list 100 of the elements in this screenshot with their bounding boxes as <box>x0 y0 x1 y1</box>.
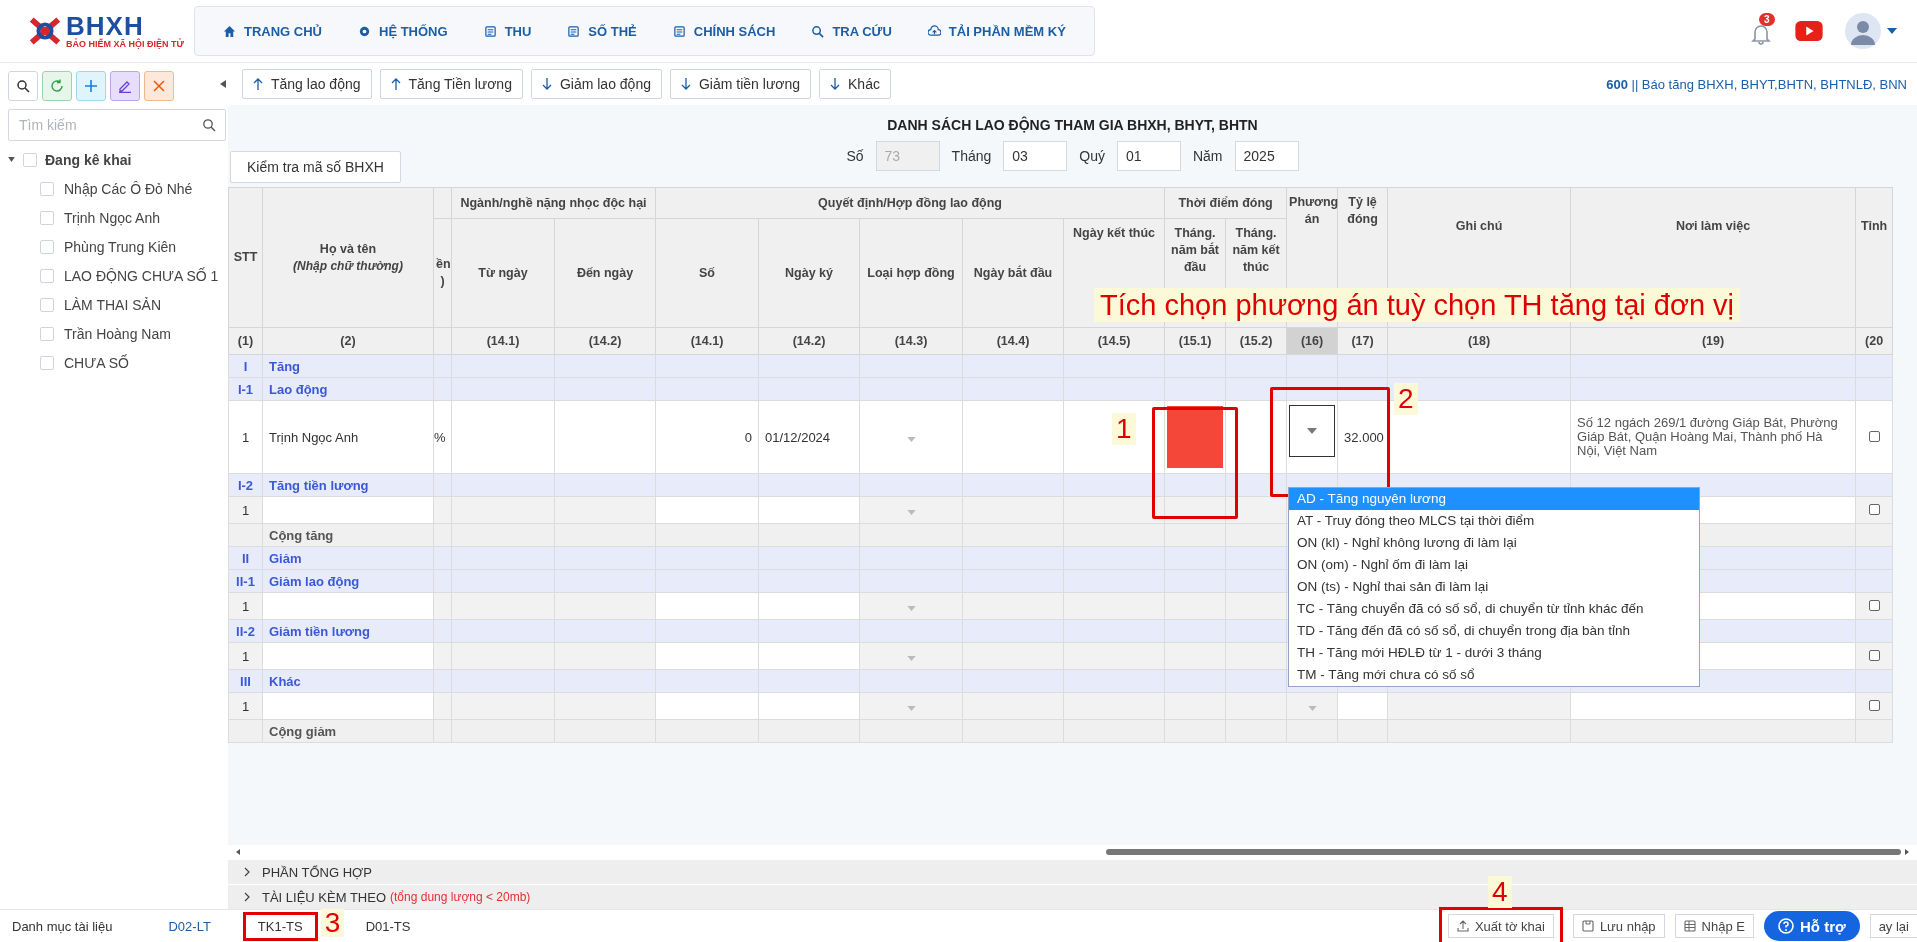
document-tab[interactable]: TK1-TS <box>245 916 315 936</box>
nav-link[interactable]: CHÍNH SÁCH <box>654 23 794 39</box>
checkbox[interactable] <box>1868 503 1880 515</box>
checkbox[interactable] <box>1868 699 1880 711</box>
scroll-right-icon[interactable] <box>1905 849 1909 855</box>
arrow-down-icon <box>681 78 691 90</box>
column-group-header: Thời điểm đóng <box>1164 187 1287 219</box>
plan-select[interactable] <box>1289 405 1336 457</box>
toolbar-button[interactable]: Tăng Tiền lương <box>379 69 523 99</box>
refresh-icon <box>50 79 64 93</box>
column-group-header: Ngành/nghề nặng nhọc độc hại <box>451 187 656 219</box>
input-field[interactable]: 03 <box>1003 141 1068 171</box>
collapse-icon[interactable] <box>220 80 226 88</box>
nav-link[interactable]: SỐ THẺ <box>549 23 655 39</box>
dropdown-option[interactable]: ON (ts) - Nghỉ thai sản đi làm lại <box>1289 576 1699 598</box>
delete-button[interactable] <box>144 71 174 101</box>
form-title: DANH SÁCH LAO ĐỘNG THAM GIA BHXH, BHYT, BHTN <box>887 117 1258 133</box>
tree-item[interactable]: CHƯA SỐ <box>64 354 129 371</box>
export-button[interactable]: Xuất tờ khai <box>1447 914 1554 938</box>
caret-icon[interactable] <box>1887 28 1897 34</box>
nav-link[interactable]: TRA CỨU <box>793 23 910 39</box>
report-info: 600 || Báo tăng BHXH, BHYT,BHTN, BHTNLĐ, BNN <box>1606 76 1907 92</box>
check-code-button[interactable]: Kiểm tra mã số BHXH <box>230 151 401 183</box>
dropdown-option[interactable]: TM - Tăng mới chưa có số sổ <box>1289 664 1699 686</box>
column-header: Ngày kết thúc <box>1073 226 1155 240</box>
checkbox[interactable] <box>1868 599 1880 611</box>
section-title: Khác <box>262 669 434 693</box>
dropdown-option[interactable]: TH - Tăng mới HĐLĐ từ 1 - dưới 3 tháng <box>1289 642 1699 664</box>
tree-item[interactable]: Nhập Các Ô Đỏ Nhé <box>64 180 193 197</box>
input-field[interactable]: 2025 <box>1234 141 1299 171</box>
search-button[interactable] <box>8 71 38 101</box>
toolbar-button[interactable]: Giảm lao động <box>530 69 662 99</box>
scroll-left-icon[interactable] <box>236 849 240 855</box>
table-cell: Trịnh Ngọc Anh <box>262 400 434 474</box>
import-button[interactable]: Nhập E <box>1674 914 1754 938</box>
column-header: Họ và tên <box>318 240 378 258</box>
section-title: Giảm tiền lương <box>262 619 434 643</box>
arrow-down-icon <box>830 78 841 90</box>
dropdown-option[interactable]: ON (om) - Nghỉ ốm đi làm lại <box>1289 554 1699 576</box>
cut-off-button[interactable]: ay lại <box>1869 914 1917 938</box>
toolbar-button[interactable]: Tăng lao động <box>242 69 372 99</box>
section-title: Giảm lao động <box>262 569 434 593</box>
scrollbar-thumb[interactable] <box>1105 849 1901 855</box>
add-button[interactable] <box>76 71 106 101</box>
caret-icon[interactable] <box>8 157 15 162</box>
dropdown-option[interactable]: TD - Tăng đến đã có số sổ, di chuyển trong địa bàn tỉnh <box>1289 620 1699 642</box>
nav-link[interactable]: HỆ THỐNG <box>340 23 466 39</box>
error-cell[interactable] <box>1167 406 1224 468</box>
section-title: Tăng tiền lương <box>262 473 434 497</box>
step-number: 2 <box>1394 383 1418 415</box>
checkbox[interactable] <box>1868 430 1880 442</box>
document-icon <box>672 24 686 38</box>
panel-title: TÀI LIỆU KÈM THEO <box>262 889 386 905</box>
tree-item[interactable]: Phùng Trung Kiên <box>64 238 177 255</box>
tree-item[interactable]: Trần Hoàng Nam <box>64 325 171 342</box>
column-number: (14.5) <box>1063 327 1165 355</box>
dropdown-caret-icon[interactable] <box>906 436 916 442</box>
document-tab[interactable]: D01-TS <box>353 916 423 936</box>
gear-icon <box>358 24 371 38</box>
document-tab[interactable]: D02-LT <box>156 916 223 936</box>
dropdown-caret-icon[interactable] <box>1307 705 1317 711</box>
save-draft-button[interactable]: Lưu nhập <box>1572 914 1665 938</box>
search-field[interactable]: Tìm kiếm <box>8 109 226 141</box>
search-icon <box>202 118 216 132</box>
tree-item[interactable]: Đang kê khai <box>45 151 132 168</box>
nav-link[interactable]: TẢI PHẦN MỀM KÝ <box>909 23 1084 39</box>
toolbar-button[interactable]: Giảm tiền lương <box>670 69 812 99</box>
edit-button[interactable] <box>110 71 140 101</box>
video-play-icon[interactable] <box>1795 21 1823 41</box>
dropdown-caret-icon[interactable] <box>906 655 916 661</box>
dropdown-caret-icon[interactable] <box>906 605 916 611</box>
dropdown-option[interactable]: TC - Tăng chuyển đã có số sổ, di chuyển từ tỉnh khác đến <box>1289 598 1699 620</box>
help-button[interactable]: Hỗ trợ <box>1763 911 1860 941</box>
dropdown-option[interactable]: ON (kl) - Nghỉ không lương đi làm lại <box>1289 532 1699 554</box>
toolbar-button[interactable]: Khác <box>819 69 891 99</box>
dropdown-caret-icon[interactable] <box>906 509 916 515</box>
field-label: Năm <box>1192 148 1223 164</box>
tree-item[interactable]: Trịnh Ngọc Anh <box>64 209 160 226</box>
section-code: II <box>228 546 263 570</box>
section-title: Giảm <box>262 546 434 570</box>
column-number: (14.2) <box>758 327 860 355</box>
column-number: (2) <box>262 327 434 355</box>
pencil-icon <box>118 79 132 93</box>
nav-link[interactable]: THU <box>465 23 550 39</box>
dropdown-caret-icon[interactable] <box>906 705 916 711</box>
upload-icon <box>1456 920 1469 932</box>
nav-link[interactable]: TRANG CHỦ <box>205 23 340 39</box>
panel-title: PHẦN TỔNG HỢP <box>262 864 372 880</box>
step-number: 1 <box>1112 413 1136 445</box>
section-code: I-1 <box>228 377 263 401</box>
avatar-icon[interactable] <box>1845 13 1881 49</box>
checkbox[interactable] <box>1868 649 1880 661</box>
plus-icon <box>84 79 98 93</box>
logo-title: BHXH <box>66 13 145 39</box>
dropdown-option[interactable]: AT - Truy đóng theo MLCS tại thời điểm <box>1289 510 1699 532</box>
column-header: Từ ngày <box>451 218 555 328</box>
tree-item[interactable]: LAO ĐỘNG CHƯA SỐ 1 <box>64 267 219 284</box>
bell-icon[interactable] <box>1751 23 1771 45</box>
tree-item[interactable]: LÀM THAI SẢN <box>64 296 161 313</box>
input-field[interactable]: 01 <box>1116 141 1181 171</box>
